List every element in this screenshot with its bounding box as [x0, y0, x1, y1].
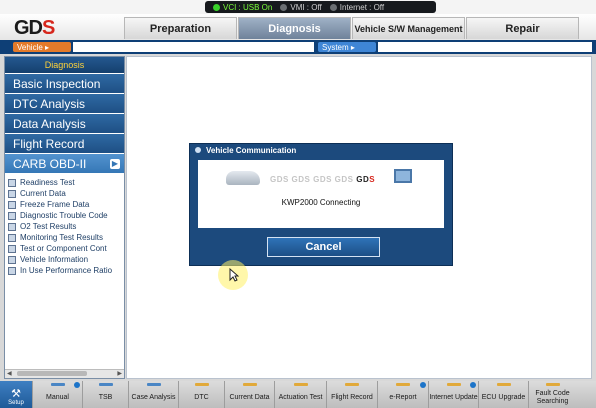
- sub-item-diagnostic-trouble-code[interactable]: Diagnostic Trouble Code: [5, 210, 124, 221]
- toolbar-actuation-test-button[interactable]: Actuation Test: [274, 381, 326, 408]
- list-icon: [8, 189, 16, 198]
- list-icon: [8, 255, 16, 264]
- sidebar-item-basic-inspection[interactable]: Basic Inspection: [5, 74, 124, 93]
- internet-indicator-icon: [329, 3, 337, 11]
- list-icon: [8, 244, 16, 253]
- sub-item-test-or-component[interactable]: Test or Component Cont: [5, 243, 124, 254]
- dialog-title-icon: [195, 147, 201, 153]
- sidebar-item-data-analysis[interactable]: Data Analysis: [5, 114, 124, 133]
- sub-item-vehicle-information[interactable]: Vehicle Information: [5, 254, 124, 265]
- tab-vehicle-sw-management[interactable]: Vehicle S/W Management: [352, 17, 465, 39]
- status-bar: VCI : USB On VMI : Off Internet : Off: [0, 0, 596, 14]
- dialog-title-bar: Vehicle Communication: [190, 144, 452, 156]
- expand-arrow-icon: ▶: [110, 158, 120, 169]
- sub-item-freeze-frame-data[interactable]: Freeze Frame Data: [5, 199, 124, 210]
- internet-status: Internet : Off: [329, 2, 385, 12]
- scrollbar-thumb[interactable]: [17, 371, 87, 376]
- badge-icon: [420, 382, 426, 388]
- vmi-indicator-icon: [280, 3, 288, 11]
- tab-repair[interactable]: Repair: [466, 17, 579, 39]
- sidebar-item-flight-record[interactable]: Flight Record: [5, 134, 124, 153]
- sub-item-o2-test-results[interactable]: O2 Test Results: [5, 221, 124, 232]
- toolbar-ecu-upgrade-button[interactable]: ECU Upgrade: [478, 381, 528, 408]
- list-icon: [8, 200, 16, 209]
- sidebar-item-carb-obd-ii[interactable]: CARB OBD-II ▶: [5, 154, 124, 173]
- connection-progress-chain: GDS GDS GDS GDS GDS: [270, 175, 376, 184]
- tab-diagnosis[interactable]: Diagnosis: [238, 17, 351, 39]
- list-icon: [8, 211, 16, 220]
- vehicle-system-bar: Vehicle ▸ System ▸: [0, 40, 596, 54]
- sidebar-item-dtc-analysis[interactable]: DTC Analysis: [5, 94, 124, 113]
- badge-icon: [74, 382, 80, 388]
- sub-item-monitoring-test-results[interactable]: Monitoring Test Results: [5, 232, 124, 243]
- list-icon: [8, 233, 16, 242]
- system-select-button[interactable]: System ▸: [318, 42, 376, 52]
- toolbar-tsb-button[interactable]: TSB: [82, 381, 128, 408]
- scroll-right-icon[interactable]: ▶: [117, 370, 122, 378]
- toolbar-case-analysis-button[interactable]: Case Analysis: [128, 381, 178, 408]
- list-icon: [8, 178, 16, 187]
- vmi-status-label: VMI : Off: [290, 2, 322, 12]
- vci-indicator-icon: [213, 3, 220, 11]
- toolbar-manual-button[interactable]: Manual: [32, 381, 82, 408]
- vehicle-communication-dialog: Vehicle Communication GDS GDS GDS GDS GD…: [189, 143, 453, 266]
- toolbar-fault-code-searching-button[interactable]: Fault Code Searching: [528, 381, 576, 408]
- car-icon: [226, 171, 260, 185]
- dialog-title: Vehicle Communication: [206, 145, 297, 155]
- sub-item-in-use-performance-ratio[interactable]: In Use Performance Ratio: [5, 265, 124, 276]
- toolbar-internet-update-button[interactable]: Internet Update: [428, 381, 478, 408]
- gds-mini-logo: GDS: [356, 175, 376, 184]
- internet-status-label: Internet : Off: [339, 2, 385, 12]
- sub-item-current-data[interactable]: Current Data: [5, 188, 124, 199]
- connection-message: KWP2000 Connecting: [281, 198, 361, 207]
- list-icon: [8, 222, 16, 231]
- toolbar-flight-record-button[interactable]: Flight Record: [326, 381, 377, 408]
- vmi-status: VMI : Off: [280, 2, 322, 12]
- mouse-pointer-icon: [229, 268, 239, 282]
- gds-logo: GDS: [14, 17, 55, 39]
- toolbar-current-data-button[interactable]: Current Data: [224, 381, 274, 408]
- computer-icon: [394, 169, 412, 183]
- diagnosis-sidebar: Diagnosis Basic Inspection DTC Analysis …: [4, 56, 125, 379]
- vci-status-label: VCI : USB On: [223, 2, 273, 12]
- wrench-icon: ⚒: [11, 388, 21, 400]
- vci-status: VCI : USB On: [213, 3, 272, 12]
- carb-sub-list: Readiness Test Current Data Freeze Frame…: [5, 173, 124, 276]
- system-field[interactable]: [378, 42, 592, 52]
- toolbar-dtc-button[interactable]: DTC: [178, 381, 224, 408]
- cancel-button[interactable]: Cancel: [267, 237, 380, 257]
- list-icon: [8, 266, 16, 275]
- sidebar-horizontal-scrollbar[interactable]: ◀ ▶: [5, 369, 124, 378]
- connection-status: VCI : USB On VMI : Off Internet : Off: [205, 1, 436, 13]
- badge-icon: [470, 382, 476, 388]
- app-header: GDS Preparation Diagnosis Vehicle S/W Ma…: [0, 14, 596, 40]
- toolbar-e-report-button[interactable]: e-Report: [377, 381, 428, 408]
- bottom-toolbar: ⚒ Setup Manual TSB Case Analysis DTC Cur…: [0, 381, 596, 408]
- dialog-body: GDS GDS GDS GDS GDS KWP2000 Connecting: [198, 160, 444, 228]
- scroll-left-icon[interactable]: ◀: [7, 370, 12, 378]
- main-tabs: Preparation Diagnosis Vehicle S/W Manage…: [124, 17, 580, 39]
- sidebar-title: Diagnosis: [5, 57, 124, 73]
- tab-preparation[interactable]: Preparation: [124, 17, 237, 39]
- vehicle-field[interactable]: [73, 42, 314, 52]
- setup-button[interactable]: ⚒ Setup: [0, 381, 32, 408]
- vehicle-select-button[interactable]: Vehicle ▸: [13, 42, 71, 52]
- carb-obd-ii-label: CARB OBD-II: [13, 156, 87, 171]
- setup-label: Setup: [8, 400, 24, 406]
- sub-item-readiness-test[interactable]: Readiness Test: [5, 177, 124, 188]
